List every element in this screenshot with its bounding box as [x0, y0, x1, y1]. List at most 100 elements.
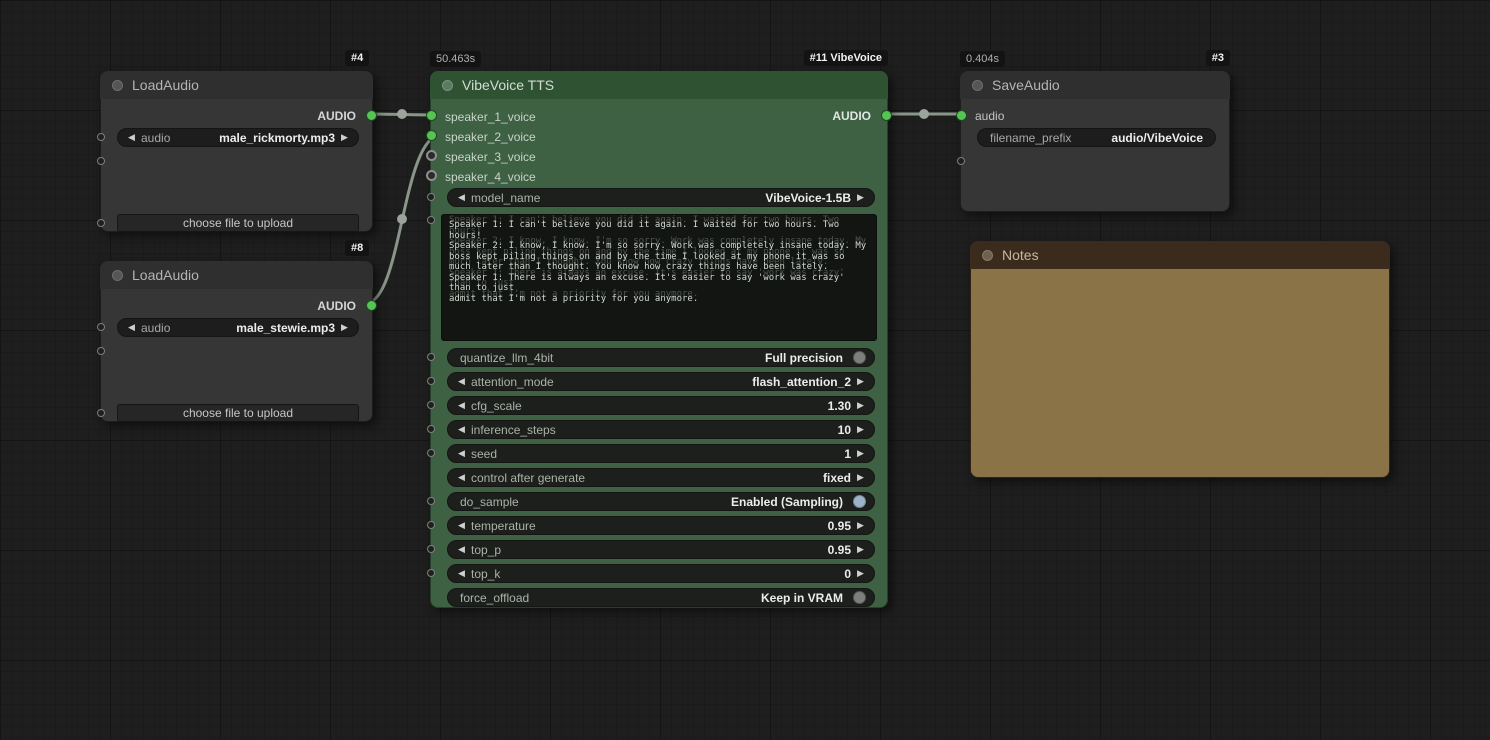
- link-midpoint-dot[interactable]: [397, 109, 407, 119]
- saveaudio-node[interactable]: SaveAudio audio filename_prefix audio/Vi…: [956, 71, 1230, 212]
- prev-value-arrow-icon[interactable]: [456, 468, 467, 487]
- model-name-combo-widget[interactable]: model_name VibeVoice-1.5B: [447, 188, 875, 207]
- decrement-arrow-icon[interactable]: [456, 516, 467, 535]
- choose-file-upload-button[interactable]: choose file to upload: [117, 214, 359, 232]
- choose-file-upload-button[interactable]: choose file to upload: [117, 404, 359, 422]
- node-header[interactable]: SaveAudio: [960, 71, 1230, 99]
- top-k-number-widget[interactable]: top_k 0: [447, 564, 875, 583]
- widget-value: Keep in VRAM: [760, 590, 843, 605]
- node-graph-canvas[interactable]: #4 #8 50.463s #11 VibeVoice 0.404s #3 Lo…: [0, 0, 1490, 740]
- input-label: audio: [975, 109, 1005, 123]
- collapse-dot-icon[interactable]: [112, 269, 123, 281]
- top-p-number-widget[interactable]: top_p 0.95: [447, 540, 875, 559]
- audio-output-slot[interactable]: [881, 110, 892, 121]
- widget-input-pin[interactable]: [957, 157, 965, 165]
- quantize-input-pin[interactable]: [427, 353, 435, 361]
- node-header[interactable]: Notes: [970, 241, 1390, 269]
- attention-mode-combo-widget[interactable]: attention_mode flash_attention_2: [447, 372, 875, 391]
- widget-input-pin[interactable]: [97, 157, 105, 165]
- temperature-number-widget[interactable]: temperature 0.95: [447, 516, 875, 535]
- collapse-dot-icon[interactable]: [112, 79, 123, 91]
- node-header[interactable]: LoadAudio: [100, 71, 373, 99]
- audio-input-slot[interactable]: [956, 110, 967, 121]
- attention-mode-input-pin[interactable]: [427, 377, 435, 385]
- do-sample-input-pin[interactable]: [427, 497, 435, 505]
- prev-value-arrow-icon[interactable]: [126, 128, 137, 147]
- node-header[interactable]: VibeVoice TTS: [430, 71, 888, 99]
- speaker-3-voice-input-slot[interactable]: [426, 150, 437, 161]
- widget-input-pin[interactable]: [97, 409, 105, 417]
- widget-label: quantize_llm_4bit: [460, 350, 554, 365]
- decrement-arrow-icon[interactable]: [456, 564, 467, 583]
- widget-label: control after generate: [471, 470, 586, 485]
- decrement-arrow-icon[interactable]: [456, 540, 467, 559]
- temperature-input-pin[interactable]: [427, 521, 435, 529]
- decrement-arrow-icon[interactable]: [456, 396, 467, 415]
- notes-text-area[interactable]: [971, 269, 1389, 477]
- toggle-icon[interactable]: [853, 591, 866, 604]
- top-p-input-pin[interactable]: [427, 545, 435, 553]
- model-name-input-pin[interactable]: [427, 193, 435, 201]
- next-value-arrow-icon[interactable]: [855, 372, 866, 391]
- control-after-generate-combo-widget[interactable]: control after generate fixed: [447, 468, 875, 487]
- top-k-input-pin[interactable]: [427, 569, 435, 577]
- loadaudio-node-2[interactable]: LoadAudio AUDIO audio male_stewie.mp3 ch…: [97, 261, 377, 422]
- audio-widget-input-pin[interactable]: [97, 323, 105, 331]
- audio-file-combo-widget[interactable]: audio male_stewie.mp3: [117, 318, 359, 337]
- increment-arrow-icon[interactable]: [855, 540, 866, 559]
- collapse-dot-icon[interactable]: [982, 249, 993, 261]
- widget-label: force_offload: [460, 590, 530, 605]
- decrement-arrow-icon[interactable]: [456, 444, 467, 463]
- quantize-llm-4bit-toggle-widget[interactable]: quantize_llm_4bit Full precision: [447, 348, 875, 367]
- widget-label: seed: [471, 446, 498, 461]
- increment-arrow-icon[interactable]: [855, 444, 866, 463]
- speaker-2-voice-input-slot[interactable]: [426, 130, 437, 141]
- node-header[interactable]: LoadAudio: [100, 261, 373, 289]
- audio-widget-input-pin[interactable]: [97, 133, 105, 141]
- input-label: speaker_2_voice: [445, 130, 536, 144]
- speaker-1-voice-input-slot[interactable]: [426, 110, 437, 121]
- loadaudio-node-1[interactable]: LoadAudio AUDIO audio male_rickmorty.mp3…: [97, 71, 377, 232]
- notes-node[interactable]: Notes: [970, 241, 1390, 478]
- increment-arrow-icon[interactable]: [855, 564, 866, 583]
- widget-input-pin[interactable]: [97, 219, 105, 227]
- collapse-dot-icon[interactable]: [972, 79, 983, 91]
- toggle-icon[interactable]: [853, 495, 866, 508]
- prev-value-arrow-icon[interactable]: [456, 372, 467, 391]
- do-sample-toggle-widget[interactable]: do_sample Enabled (Sampling): [447, 492, 875, 511]
- widget-value: VibeVoice-1.5B: [765, 190, 851, 205]
- seed-input-pin[interactable]: [427, 449, 435, 457]
- next-value-arrow-icon[interactable]: [339, 318, 350, 337]
- widget-label: cfg_scale: [471, 398, 522, 413]
- script-text-area[interactable]: Speaker 1: I can't believe you did it ag…: [441, 214, 877, 341]
- force-offload-toggle-widget[interactable]: force_offload Keep in VRAM: [447, 588, 875, 607]
- speaker-4-voice-input-slot[interactable]: [426, 170, 437, 181]
- increment-arrow-icon[interactable]: [855, 420, 866, 439]
- toggle-icon[interactable]: [853, 351, 866, 364]
- prev-value-arrow-icon[interactable]: [126, 318, 137, 337]
- audio-file-combo-widget[interactable]: audio male_rickmorty.mp3: [117, 128, 359, 147]
- inference-steps-number-widget[interactable]: inference_steps 10: [447, 420, 875, 439]
- collapse-dot-icon[interactable]: [442, 79, 453, 91]
- link-midpoint-dot[interactable]: [919, 109, 929, 119]
- cfg-scale-input-pin[interactable]: [427, 401, 435, 409]
- text-input-pin[interactable]: [427, 216, 435, 224]
- audio-output-slot[interactable]: [366, 300, 377, 311]
- cfg-scale-number-widget[interactable]: cfg_scale 1.30: [447, 396, 875, 415]
- decrement-arrow-icon[interactable]: [456, 420, 467, 439]
- widget-input-pin[interactable]: [97, 347, 105, 355]
- next-value-arrow-icon[interactable]: [855, 188, 866, 207]
- next-value-arrow-icon[interactable]: [855, 468, 866, 487]
- increment-arrow-icon[interactable]: [855, 396, 866, 415]
- link-midpoint-dot[interactable]: [397, 214, 407, 224]
- node-title: LoadAudio: [132, 267, 199, 283]
- seed-number-widget[interactable]: seed 1: [447, 444, 875, 463]
- node-id-badge: #3: [1205, 50, 1230, 66]
- increment-arrow-icon[interactable]: [855, 516, 866, 535]
- filename-prefix-text-widget[interactable]: filename_prefix audio/VibeVoice: [977, 128, 1216, 147]
- vibevoice-tts-node[interactable]: VibeVoice TTS speaker_1_voice speaker_2_…: [426, 71, 892, 608]
- prev-value-arrow-icon[interactable]: [456, 188, 467, 207]
- inference-steps-input-pin[interactable]: [427, 425, 435, 433]
- next-value-arrow-icon[interactable]: [339, 128, 350, 147]
- audio-output-slot[interactable]: [366, 110, 377, 121]
